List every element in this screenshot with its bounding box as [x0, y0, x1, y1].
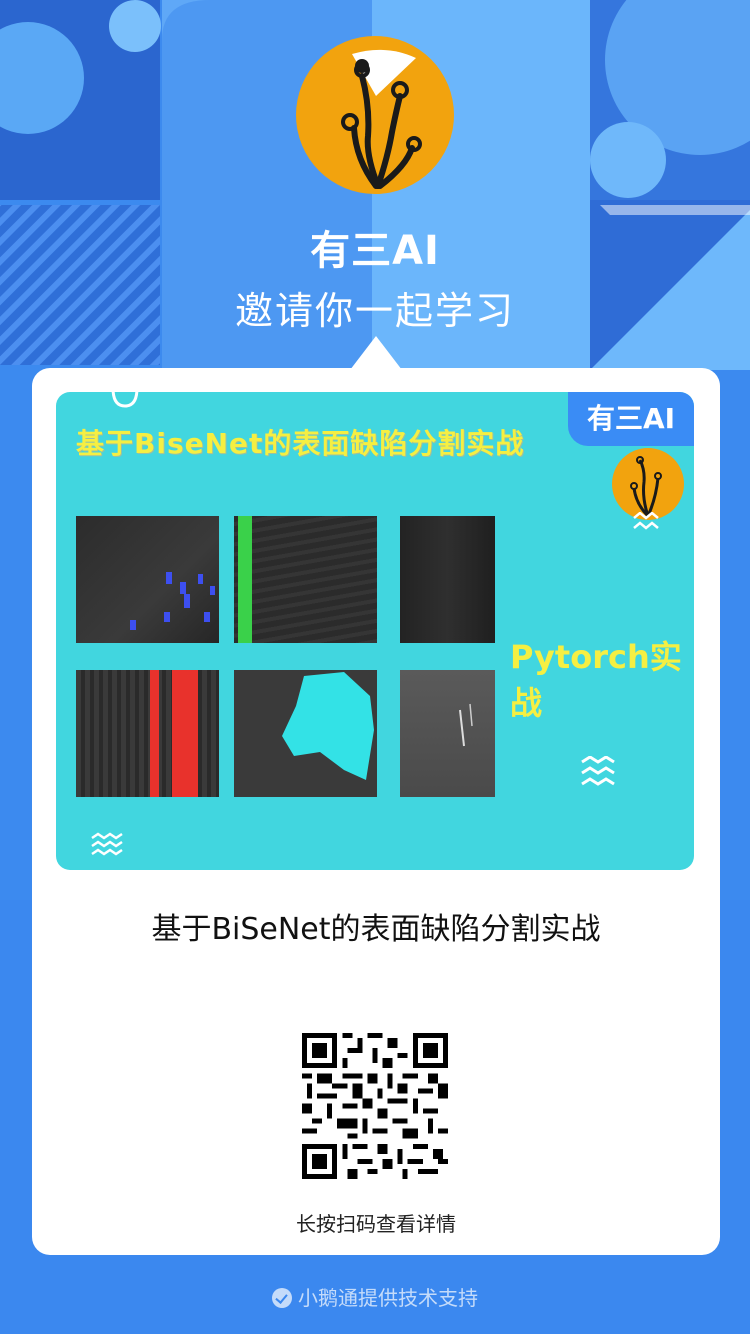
check-circle-icon [272, 1288, 292, 1308]
brand-name: 有三AI [310, 228, 440, 274]
footer-text: 小鹅通提供技术支持 [298, 1286, 478, 1310]
cover-badge: 有三AI [568, 392, 694, 446]
card-pointer [350, 336, 402, 370]
footer: 小鹅通提供技术支持 [0, 1282, 750, 1311]
qr-hint: 长按扫码查看详情 [296, 1212, 456, 1236]
wave-icon [91, 832, 123, 856]
wave-icon [581, 756, 615, 786]
defect-sample-3 [400, 516, 495, 643]
defect-sample-1 [76, 516, 219, 643]
defect-sample-4 [76, 670, 219, 797]
defect-sample-6 [400, 670, 495, 797]
course-cover-image[interactable]: 基于BiseNet的表面缺陷分割实战 有三AI Pytorch实战 [56, 392, 694, 870]
course-title: 基于BiSeNet的表面缺陷分割实战 [151, 912, 601, 947]
cover-subtitle: Pytorch实战 [510, 638, 682, 722]
ring-decoration-icon [111, 392, 139, 408]
defect-sample-2 [234, 516, 377, 643]
defect-sample-5 [234, 670, 377, 797]
invite-text: 邀请你一起学习 [234, 289, 515, 333]
brand-avatar [296, 36, 454, 194]
tree-logo-icon [341, 49, 422, 189]
cover-logo-icon [612, 448, 684, 520]
wave-icon [633, 512, 659, 530]
cover-title: 基于BiseNet的表面缺陷分割实战 [76, 427, 525, 460]
qr-code[interactable] [302, 1033, 448, 1179]
